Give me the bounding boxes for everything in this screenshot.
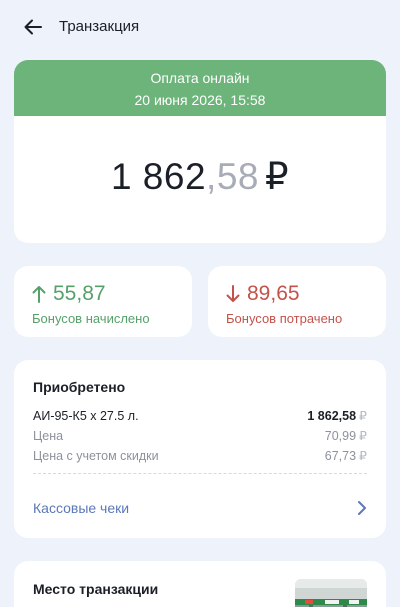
transaction-datetime: 20 июня 2026, 15:58 — [134, 92, 266, 108]
bonus-spent-card: 89,65 Бонусов потрачено — [208, 266, 386, 337]
amount-currency: ₽ — [264, 156, 290, 197]
discount-price-value-wrap: 67,73 ₽ — [325, 448, 367, 464]
back-button[interactable] — [20, 14, 46, 40]
arrow-down-icon — [226, 285, 240, 302]
arrow-left-icon — [24, 19, 42, 35]
amount-decimal: ,58 — [206, 156, 259, 197]
purchase-card: Приобретено АИ-95-К5 x 27.5 л. 1 862,58 ₽… — [14, 360, 386, 538]
transaction-amount: 1 862,58 ₽ — [14, 156, 386, 198]
item-name: АИ-95-К5 x 27.5 л. — [33, 409, 139, 423]
arrow-up-icon — [32, 286, 46, 303]
bonus-spent-label: Бонусов потрачено — [226, 311, 343, 326]
amount-integer: 1 862 — [110, 156, 207, 197]
receipts-link[interactable]: Кассовые чеки — [33, 498, 367, 518]
purchase-title: Приобретено — [33, 379, 126, 395]
transaction-summary-card: Оплата онлайн 20 июня 2026, 15:58 1 862,… — [14, 60, 386, 243]
receipts-label: Кассовые чеки — [33, 500, 130, 516]
place-title: Место транзакции — [33, 581, 159, 597]
discount-price-currency: ₽ — [359, 449, 367, 463]
bonus-earned-label: Бонусов начислено — [32, 311, 150, 326]
purchase-item-row: АИ-95-К5 x 27.5 л. 1 862,58 ₽ — [33, 408, 367, 424]
bonus-spent-value: 89,65 — [247, 282, 300, 305]
divider — [33, 473, 367, 474]
price-row: Цена 70,99 ₽ — [33, 428, 367, 444]
transaction-header: Оплата онлайн 20 июня 2026, 15:58 — [14, 60, 386, 116]
bonus-spent-value-row: 89,65 — [226, 282, 300, 306]
chevron-right-icon — [358, 501, 366, 515]
bonus-earned-value-row: 55,87 — [32, 282, 106, 306]
price-value-wrap: 70,99 ₽ — [325, 428, 367, 444]
place-card[interactable]: Место транзакции — [14, 561, 386, 607]
app-header: Транзакция — [0, 0, 400, 54]
item-total: 1 862,58 ₽ — [307, 408, 367, 424]
item-total-value: 1 862,58 — [307, 409, 357, 423]
discount-price-value: 67,73 — [324, 449, 357, 463]
price-label: Цена — [33, 429, 64, 443]
price-value: 70,99 — [324, 429, 357, 443]
bonus-earned-card: 55,87 Бонусов начислено — [14, 266, 192, 337]
station-photo-image — [295, 579, 367, 607]
price-currency: ₽ — [359, 429, 367, 443]
transaction-type: Оплата онлайн — [150, 70, 250, 86]
discount-price-row: Цена с учетом скидки 67,73 ₽ — [33, 448, 367, 464]
discount-price-label: Цена с учетом скидки — [33, 449, 159, 463]
station-photo — [295, 579, 367, 607]
bonus-earned-value: 55,87 — [53, 282, 106, 305]
item-total-currency: ₽ — [359, 409, 367, 423]
page-title: Транзакция — [59, 18, 140, 35]
